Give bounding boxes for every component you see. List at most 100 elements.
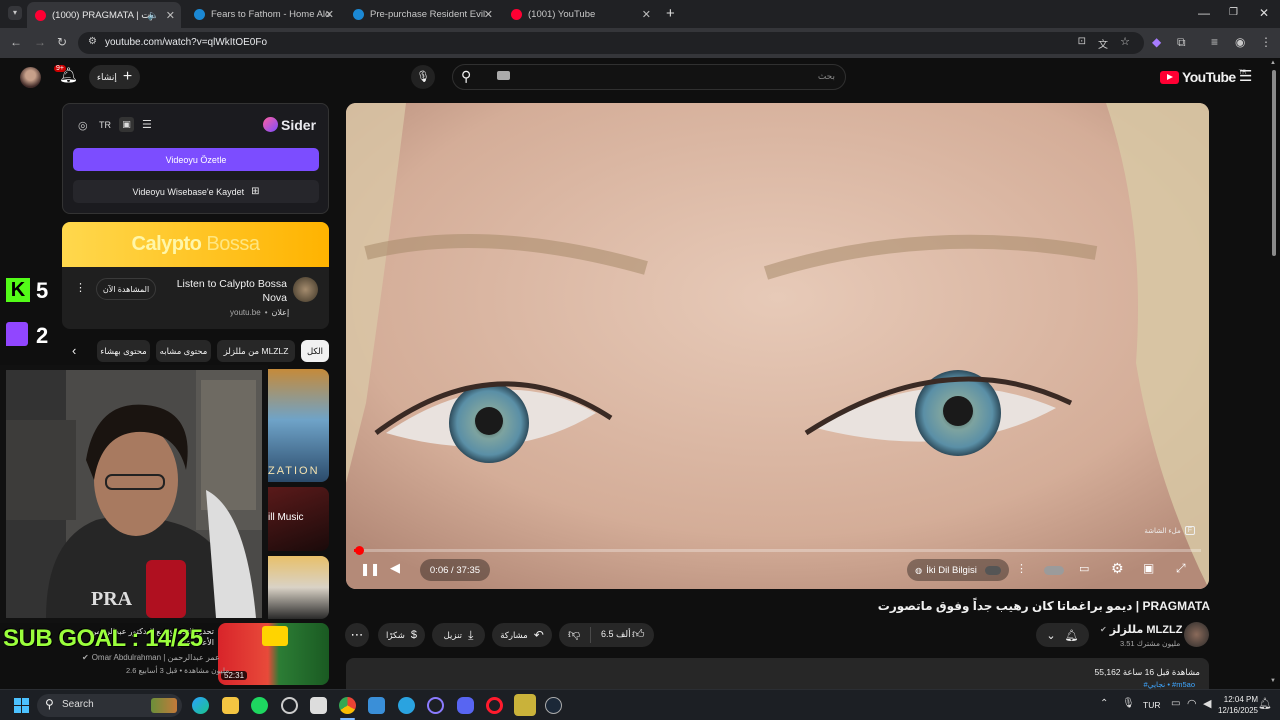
scroll-up-icon[interactable]: ▲: [1270, 60, 1276, 66]
ad-more-icon[interactable]: ⋮: [75, 281, 86, 294]
keyboard-icon[interactable]: [497, 71, 510, 80]
video-player[interactable]: ملء الشاشة F: [346, 103, 1209, 589]
tray-expand-icon[interactable]: ⌃: [1100, 698, 1108, 709]
dub-toggle[interactable]: ◍ İki Dil Bilgisi: [907, 559, 1009, 581]
target-icon[interactable]: ◎: [78, 119, 88, 132]
search-icon[interactable]: ⚲: [461, 68, 471, 85]
channel-avatar[interactable]: [1184, 622, 1209, 647]
theater-mode-icon[interactable]: ▣: [1143, 561, 1154, 575]
related-thumbnail[interactable]: 52:31: [218, 623, 329, 685]
like-icon[interactable]: 👍︎: [632, 627, 645, 642]
discord-icon[interactable]: [457, 697, 474, 714]
url-text[interactable]: youtube.com/watch?v=qlWkItOE0Fo: [105, 37, 267, 48]
reading-list-icon[interactable]: ≡: [1211, 35, 1218, 49]
more-options-icon[interactable]: ⋮: [1016, 562, 1027, 575]
store-icon[interactable]: [310, 697, 327, 714]
audio-icon[interactable]: 🔈: [148, 10, 159, 21]
ad-banner[interactable]: Calypto Bossa: [62, 222, 329, 267]
thanks-button[interactable]: شكرًا $: [378, 623, 425, 647]
chip-all[interactable]: الكل: [301, 340, 329, 362]
channel-name[interactable]: ✔ مللزلز MLZLZ: [1100, 623, 1182, 636]
chip-interesting[interactable]: محتوى بهشاء: [97, 340, 150, 362]
profile-icon[interactable]: ◉: [1235, 35, 1245, 49]
toggle-switch[interactable]: [984, 565, 1001, 575]
address-bar[interactable]: ⚙ youtube.com/watch?v=qlWkItOE0Fo ⊡ 文 ☆: [78, 32, 1144, 54]
autoplay-toggle[interactable]: [1044, 566, 1064, 575]
related-thumb-civilization[interactable]: ZATION: [268, 369, 329, 482]
window-close-icon[interactable]: ✕: [1259, 6, 1269, 20]
subscribed-button[interactable]: ⌄ 🔔︎: [1036, 623, 1089, 647]
ad-card[interactable]: Calypto Bossa Listen to Calypto Bossa No…: [62, 222, 329, 329]
download-button[interactable]: تنزيل ⤓: [432, 623, 485, 647]
close-tab-icon[interactable]: ✕: [484, 8, 493, 21]
file-explorer-icon[interactable]: [222, 697, 239, 714]
tab-youtube[interactable]: (1001) YouTube ✕: [503, 3, 657, 25]
video-tags[interactable]: #نجايي • #m5ao: [1144, 680, 1195, 689]
related-thumb-music[interactable]: ill Music: [268, 487, 329, 551]
ad-thumbnail[interactable]: [293, 277, 318, 302]
extensions-icon[interactable]: ⧉: [1177, 35, 1186, 50]
search-input[interactable]: ⚲ بحث: [452, 64, 846, 90]
more-actions-button[interactable]: ⋯: [345, 623, 369, 647]
share-button[interactable]: مشاركة ↶: [492, 623, 552, 647]
bookmark-star-icon[interactable]: ☆: [1120, 35, 1130, 48]
tab-resident-evil[interactable]: Pre-purchase Resident Evil Req ✕: [345, 3, 499, 25]
install-app-icon[interactable]: ⊡: [1078, 36, 1086, 47]
subtitles-icon[interactable]: ▭: [1079, 562, 1089, 575]
scrollbar-thumb[interactable]: [1272, 70, 1276, 256]
wifi-icon[interactable]: ◠: [1187, 697, 1197, 710]
progress-bar[interactable]: [354, 546, 1201, 555]
new-tab-icon[interactable]: +: [666, 5, 675, 22]
list-view-icon[interactable]: ☰: [142, 118, 152, 131]
tab-pragmata[interactable]: (1000) PRAGMATA | المصورت الصوت 🔈 ✕: [27, 2, 181, 28]
translate-icon[interactable]: 文: [1098, 36, 1108, 51]
clock[interactable]: 12:04 PM 12/16/2025: [1208, 694, 1258, 716]
windows-start-icon[interactable]: [14, 698, 29, 713]
related-thumb-people[interactable]: [268, 556, 329, 619]
save-to-wisebase-button[interactable]: Videoyu Wisebase'e Kaydet ⊞: [73, 180, 319, 203]
watch-now-button[interactable]: المشاهدة الآن: [96, 278, 156, 300]
close-tab-icon[interactable]: ✕: [325, 8, 334, 21]
tab-search-icon[interactable]: ▾: [8, 6, 22, 20]
close-tab-icon[interactable]: ✕: [642, 8, 651, 21]
telegram-icon[interactable]: [398, 697, 415, 714]
streaming-app-icon[interactable]: [514, 694, 536, 716]
notification-center-icon[interactable]: 🔔︎: [1258, 697, 1272, 710]
fullscreen-icon[interactable]: ⤢: [1176, 561, 1186, 576]
network-icon[interactable]: ▭: [1171, 698, 1180, 709]
progress-scrubber[interactable]: [354, 546, 364, 555]
forward-icon[interactable]: →: [34, 35, 46, 49]
create-button[interactable]: إنشاء +: [89, 65, 140, 89]
input-language[interactable]: TUR: [1143, 700, 1160, 710]
copilot-icon[interactable]: [192, 697, 209, 714]
youtube-logo[interactable]: YouTube TR: [1160, 69, 1247, 85]
steam-icon[interactable]: [545, 697, 562, 714]
sider-lang[interactable]: TR: [99, 120, 111, 130]
guide-menu-icon[interactable]: ☰: [1239, 67, 1252, 85]
settings-gear-icon[interactable]: ⚙: [1111, 560, 1124, 577]
close-tab-icon[interactable]: ✕: [166, 9, 175, 22]
chip-related[interactable]: محتوى مشابه: [156, 340, 211, 362]
chatgpt-icon[interactable]: [281, 697, 298, 714]
reload-icon[interactable]: ↻: [57, 35, 67, 49]
like-count[interactable]: 6.5 ألف: [601, 629, 631, 640]
chips-prev-icon[interactable]: ‹: [72, 343, 76, 358]
ad-title[interactable]: Listen to Calypto Bossa Nova: [170, 277, 287, 305]
tab-fears-to-fathom[interactable]: Fears to Fathom - Home Alone ✕: [186, 3, 340, 25]
browser-menu-icon[interactable]: ⋮: [1260, 35, 1272, 49]
microphone-icon[interactable]: 🎙︎: [1122, 698, 1135, 709]
image-view-icon[interactable]: ▣: [119, 117, 134, 132]
avatar[interactable]: [20, 67, 41, 88]
voice-search-button[interactable]: 🎙︎: [411, 65, 435, 89]
chip-from-channel[interactable]: من مللزلز MLZLZ: [217, 340, 295, 362]
page-scrollbar[interactable]: ▲ ▼: [1268, 58, 1280, 689]
summarize-video-button[interactable]: Videoyu Özetle: [73, 148, 319, 171]
taskbar-search-box[interactable]: ⚲ Search: [37, 694, 182, 717]
volume-button[interactable]: ◀: [390, 560, 400, 576]
opera-icon[interactable]: [486, 697, 503, 714]
back-icon[interactable]: ←: [10, 35, 22, 49]
chrome-icon[interactable]: [339, 697, 356, 714]
site-info-icon[interactable]: ⚙: [88, 36, 97, 47]
spotify-icon[interactable]: [251, 697, 268, 714]
restore-icon[interactable]: ❐: [1229, 7, 1238, 18]
